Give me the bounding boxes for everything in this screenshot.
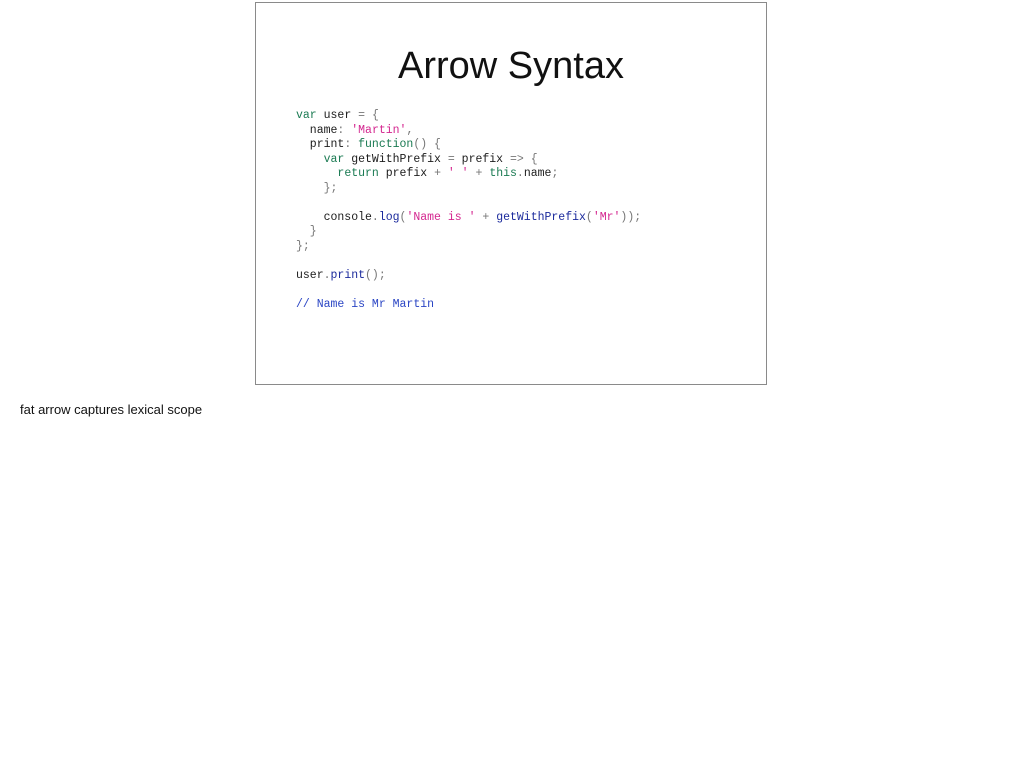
- code-token-punct: .: [516, 167, 524, 180]
- code-token-call: print: [330, 268, 366, 282]
- code-token-string: 'Name is ': [406, 210, 476, 224]
- code-token-punct: =: [447, 152, 462, 166]
- code-token-keyword: var: [296, 109, 317, 122]
- code-line: name: 'Martin',: [296, 124, 641, 139]
- code-token-punct: .: [371, 210, 379, 224]
- code-token-punct: :: [344, 138, 359, 151]
- code-token-punct: +: [468, 167, 490, 180]
- code-token-keyword: var: [323, 152, 345, 166]
- code-line: };: [296, 240, 641, 255]
- code-line: }: [296, 225, 641, 240]
- code-line: var user = {: [296, 109, 641, 124]
- code-token-string: 'Martin': [351, 123, 407, 137]
- code-line: print: function() {: [296, 138, 641, 153]
- code-token-punct: };: [296, 181, 338, 195]
- code-token-keyword: this: [489, 167, 517, 180]
- code-token-plain: console: [296, 210, 372, 224]
- code-token-plain: print: [296, 138, 345, 151]
- slide: Arrow Syntax var user = { name: 'Martin'…: [255, 2, 767, 385]
- code-token-string: ' ': [447, 167, 469, 180]
- code-token-plain: name: [296, 123, 338, 137]
- code-token-plain: name: [523, 167, 552, 180]
- code-token-plain: prefix: [378, 167, 435, 180]
- code-token-call: log: [378, 210, 400, 224]
- code-token-plain: prefix: [461, 152, 510, 166]
- code-token-punct: ;: [551, 167, 559, 180]
- code-line: return prefix + ' ' + this.name;: [296, 167, 641, 182]
- code-token-keyword: return: [337, 167, 379, 180]
- code-token-punct: (: [585, 210, 593, 224]
- code-token-punct: ));: [620, 210, 642, 224]
- code-line: // Name is Mr Martin: [296, 298, 641, 313]
- code-token-punct: +: [434, 167, 448, 180]
- code-token-keyword: function: [358, 138, 414, 151]
- code-block: var user = { name: 'Martin', print: func…: [296, 109, 641, 312]
- code-line: };: [296, 182, 641, 197]
- code-token-call: getWithPrefix: [496, 210, 586, 224]
- code-token-punct: +: [475, 210, 497, 224]
- code-line: user.print();: [296, 269, 641, 284]
- code-token-plain: getWithPrefix: [344, 152, 448, 166]
- code-token-punct: }: [296, 225, 317, 238]
- code-token-plain: user: [316, 109, 359, 122]
- slide-title: Arrow Syntax: [398, 45, 624, 87]
- code-token-comment: // Name is Mr Martin: [296, 297, 435, 311]
- code-token-punct: => {: [509, 152, 538, 166]
- code-token-punct: :: [337, 123, 352, 137]
- code-token-punct: ();: [365, 268, 386, 282]
- code-token-string: 'Mr': [592, 210, 621, 224]
- code-token-punct: ,: [406, 123, 414, 137]
- code-token-plain: user: [296, 268, 324, 282]
- presenter-notes: fat arrow captures lexical scope: [20, 402, 203, 417]
- code-token-punct: () {: [413, 138, 441, 151]
- code-line: console.log('Name is ' + getWithPrefix('…: [296, 210, 642, 226]
- code-line: var getWithPrefix = prefix => {: [296, 153, 641, 168]
- code-token-punct: };: [296, 239, 310, 253]
- code-token-punct: = {: [358, 109, 379, 122]
- code-token-punct: .: [323, 268, 331, 282]
